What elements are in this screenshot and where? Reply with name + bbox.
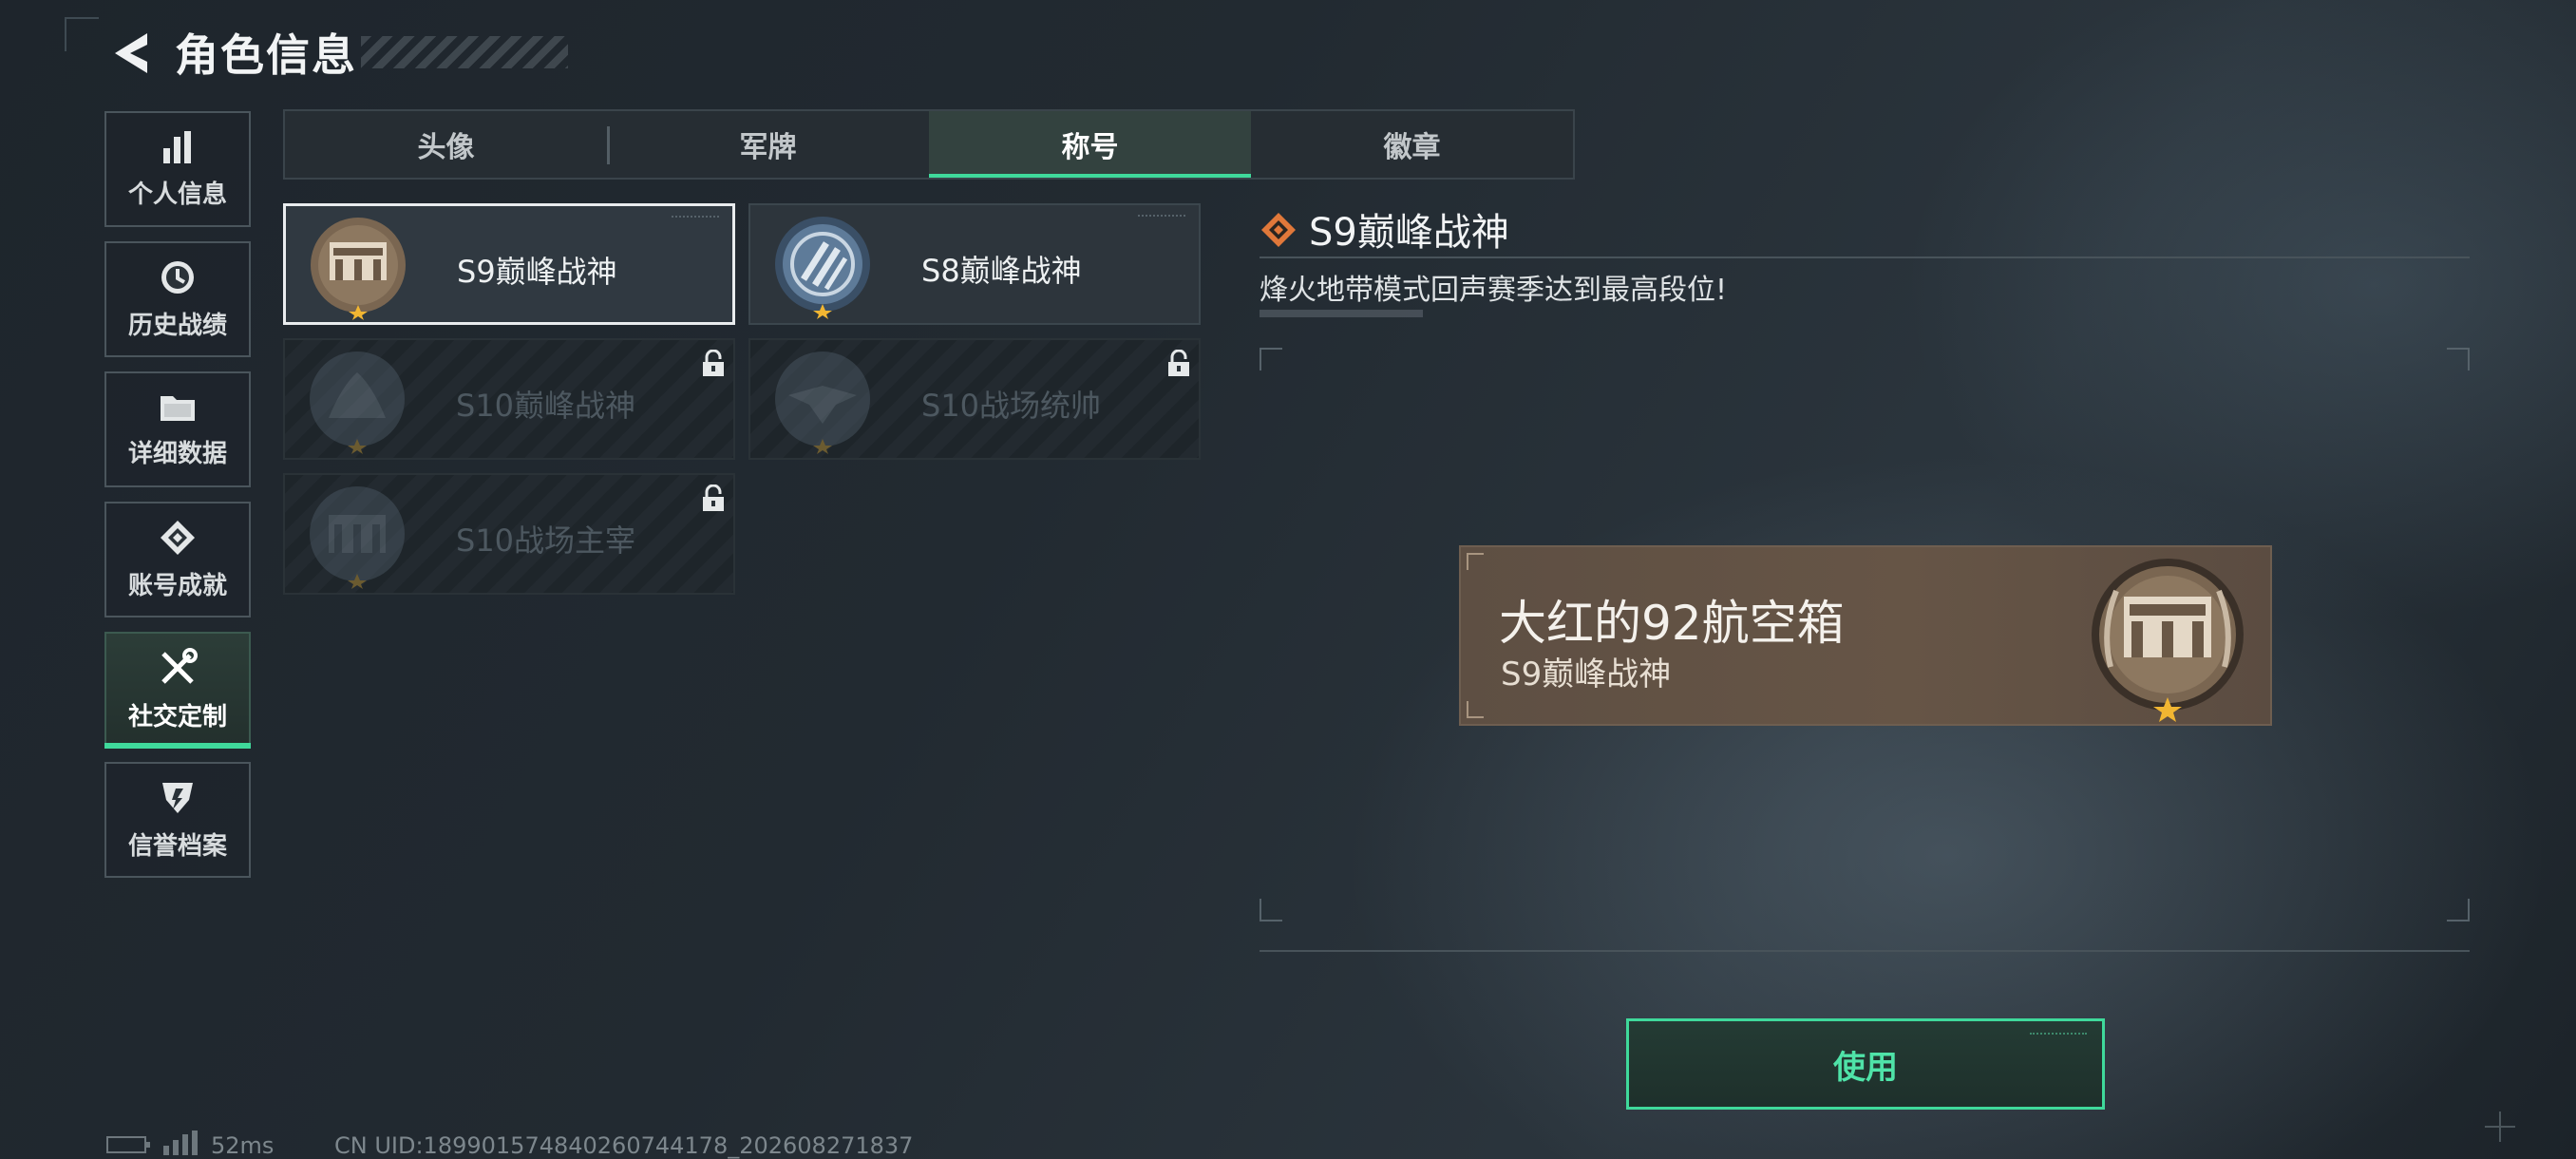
card-decoration: [672, 216, 719, 221]
bar-chart-icon: [163, 130, 191, 163]
tools-icon: [161, 647, 198, 684]
frame-corner: [2447, 899, 2470, 922]
lock-icon: [703, 350, 724, 376]
detail-title: S9巅峰战神: [1309, 211, 1509, 255]
corner-decoration: [65, 17, 99, 51]
frame-corner: [1260, 348, 1282, 370]
sidebar-item-match-history[interactable]: 历史战绩: [104, 241, 251, 357]
use-button-label: 使用: [1833, 1048, 1898, 1087]
preview-player-name: 大红的92航空箱: [1499, 596, 1845, 651]
sidebar-item-label: 个人信息: [127, 180, 227, 209]
tab-title[interactable]: 称号: [929, 111, 1251, 178]
title-preview-banner: 大红的92航空箱 S9巅峰战神: [1459, 545, 2272, 726]
decorative-bar: [1260, 310, 1423, 317]
lock-icon: [703, 484, 724, 511]
use-button[interactable]: 使用: [1626, 1018, 2105, 1110]
signal-icon: [163, 1130, 198, 1155]
sidebar-item-detailed-data[interactable]: 详细数据: [104, 371, 251, 487]
card-decoration: [1138, 215, 1185, 220]
title-card-s10-dominator[interactable]: S10战场主宰: [283, 473, 735, 595]
sidebar-item-label: 历史战绩: [127, 311, 227, 340]
back-button[interactable]: [103, 27, 160, 80]
sidebar-item-achievements[interactable]: 账号成就: [104, 502, 251, 618]
sidebar-item-reputation[interactable]: 信誉档案: [104, 762, 251, 878]
category-tabs: 头像 军牌 称号 徽章: [283, 109, 1575, 180]
frame-corner: [1467, 701, 1484, 718]
button-decoration: [2030, 1033, 2087, 1036]
sidebar-item-social-custom[interactable]: 社交定制: [104, 632, 251, 748]
title-card-s10-commander[interactable]: S10战场统帅: [748, 338, 1201, 460]
title-card-name: S10巅峰战神: [456, 388, 636, 424]
title-card-s10-peak[interactable]: S10巅峰战神: [283, 338, 735, 460]
sidebar-item-label: 社交定制: [127, 702, 227, 732]
title-card-name: S10战场主宰: [456, 522, 636, 559]
detail-description: 烽火地带模式回声赛季达到最高段位!: [1260, 274, 1728, 307]
s9-emblem-icon: [311, 218, 406, 320]
latency-text: 52ms: [211, 1132, 275, 1159]
s10-commander-emblem-icon: [775, 352, 870, 454]
preview-title: S9巅峰战神: [1501, 656, 1672, 694]
tab-dog-tag[interactable]: 军牌: [607, 111, 929, 178]
divider: [1260, 256, 2470, 258]
tab-badge[interactable]: 徽章: [1251, 111, 1573, 178]
title-diamond-icon: [1261, 213, 1296, 247]
shield-icon: [162, 782, 193, 813]
uid-text: CN UID:189901574840260744178_20260827183…: [334, 1132, 914, 1159]
sidebar-item-label: 信誉档案: [127, 831, 227, 861]
tab-avatar[interactable]: 头像: [285, 111, 607, 178]
s8-emblem-icon: [775, 217, 870, 319]
title-card-s8[interactable]: S8巅峰战神: [748, 203, 1201, 325]
s10-peak-emblem-icon: [310, 352, 405, 454]
title-card-name: S9巅峰战神: [457, 254, 617, 290]
title-card-s9[interactable]: S9巅峰战神: [283, 203, 735, 325]
frame-corner: [1260, 899, 1282, 922]
frame-corner: [1467, 553, 1484, 570]
sidebar-item-label: 账号成就: [127, 571, 227, 600]
folder-icon: [161, 395, 195, 421]
achievement-icon: [161, 520, 195, 555]
title-decoration: [361, 36, 568, 68]
title-card-name: S8巅峰战神: [921, 253, 1082, 289]
clock-icon: [161, 260, 194, 294]
frame-corner: [2447, 348, 2470, 370]
back-arrow-icon: [115, 33, 147, 73]
s9-emblem-icon: [2092, 559, 2244, 722]
crosshair-icon: [2485, 1112, 2515, 1142]
lock-icon: [1168, 350, 1189, 376]
page-title: 角色信息: [175, 29, 357, 81]
sidebar-active-indicator: [104, 743, 251, 749]
sidebar-item-label: 详细数据: [127, 439, 227, 468]
battery-icon: [106, 1136, 150, 1153]
divider: [1260, 950, 2470, 952]
s10-dominator-emblem-icon: [310, 486, 405, 589]
sidebar-item-personal-info[interactable]: 个人信息: [104, 111, 251, 227]
title-card-name: S10战场统帅: [921, 388, 1102, 424]
